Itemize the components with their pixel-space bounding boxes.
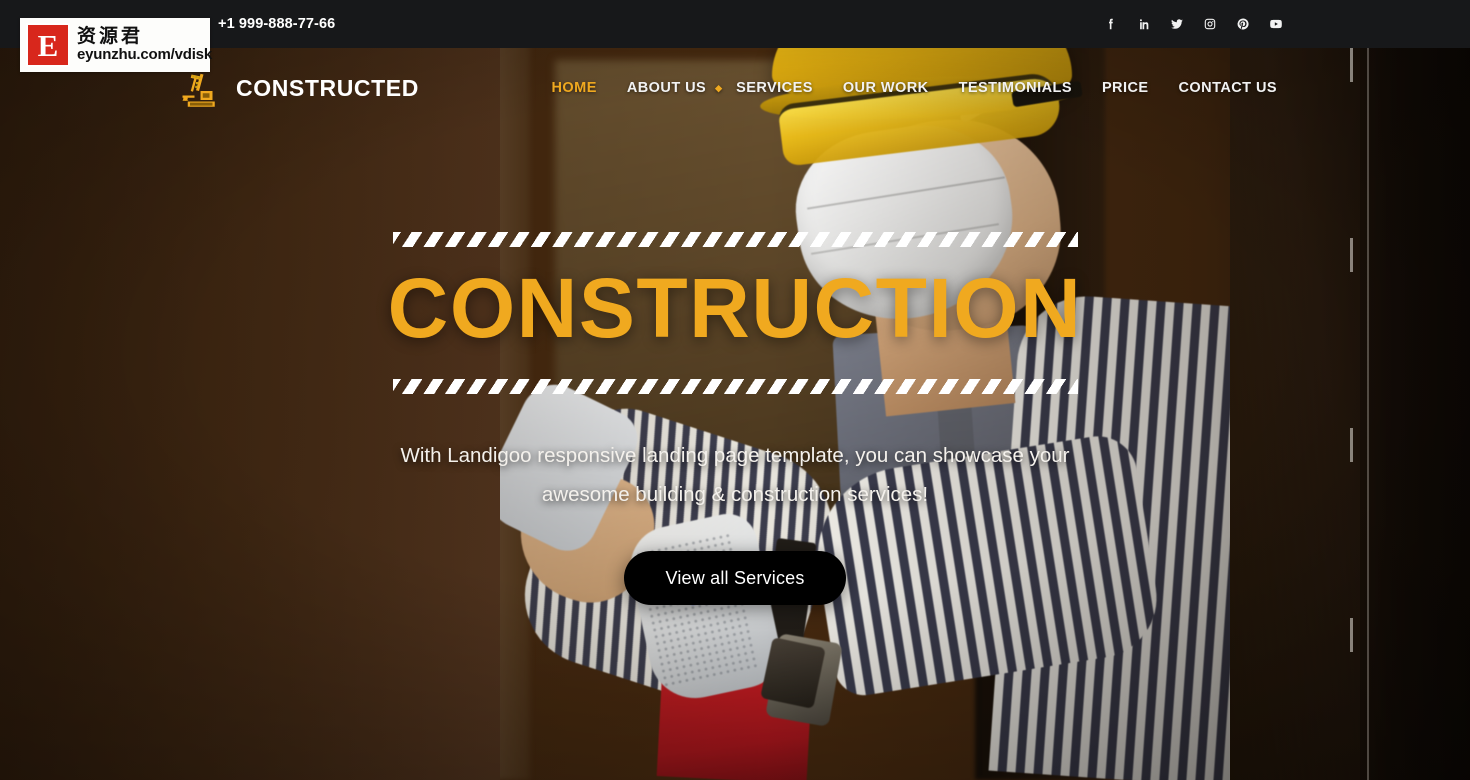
- social-links: [1094, 9, 1292, 39]
- scrollbar-track[interactable]: [1367, 48, 1369, 780]
- facebook-icon[interactable]: [1094, 9, 1127, 39]
- main-header: CONSTRUCTED HOME ABOUT US ◆ SERVICES OUR…: [0, 48, 1470, 128]
- hero-stripe-bar-bottom: [392, 379, 1078, 394]
- nav-label: CONTACT US: [1178, 80, 1277, 96]
- phone-number[interactable]: +1 999-888-77-66: [218, 16, 335, 32]
- nav-item-testimonials[interactable]: TESTIMONIALS: [944, 72, 1087, 104]
- hero-section: CONSTRUCTION With Landigoo responsive la…: [0, 128, 1470, 780]
- hero-title: CONSTRUCTION: [387, 261, 1083, 355]
- nav-label: TESTIMONIALS: [958, 80, 1072, 96]
- page-edge-ticks: [1350, 48, 1353, 780]
- landing-page: +1 999-888-77-66 CONSTRUCTED HOME ABOUT …: [0, 0, 1470, 780]
- watermark-overlay: E 资源君 eyunzhu.com/vdisk: [20, 18, 212, 72]
- main-navigation: HOME ABOUT US ◆ SERVICES OUR WORK TESTIM…: [537, 72, 1292, 104]
- nav-item-contact-us[interactable]: CONTACT US: [1164, 72, 1292, 104]
- chevron-down-icon: ◆: [715, 83, 723, 93]
- watermark-url: eyunzhu.com/vdisk: [77, 46, 212, 63]
- nav-item-price[interactable]: PRICE: [1087, 72, 1164, 104]
- brand-logo[interactable]: CONSTRUCTED: [178, 65, 419, 111]
- pinterest-icon[interactable]: [1226, 9, 1259, 39]
- nav-label: ABOUT US: [626, 80, 707, 96]
- watermark-letter: E: [37, 27, 59, 63]
- watermark-text: 资源君 eyunzhu.com/vdisk: [77, 26, 212, 63]
- nav-item-home[interactable]: HOME: [537, 72, 612, 104]
- linkedin-icon[interactable]: [1127, 9, 1160, 39]
- youtube-icon[interactable]: [1259, 9, 1292, 39]
- top-bar: +1 999-888-77-66: [0, 0, 1470, 48]
- instagram-icon[interactable]: [1193, 9, 1226, 39]
- watermark-logo-icon: E: [26, 23, 70, 67]
- brand-name: CONSTRUCTED: [236, 74, 419, 101]
- nav-item-services[interactable]: SERVICES: [721, 72, 828, 104]
- hero-subtitle: With Landigoo responsive landing page te…: [400, 444, 1070, 506]
- nav-label: OUR WORK: [842, 80, 929, 96]
- nav-item-about-us[interactable]: ABOUT US ◆: [612, 72, 723, 104]
- watermark-chinese-name: 资源君: [77, 25, 144, 48]
- nav-item-our-work[interactable]: OUR WORK: [828, 72, 944, 104]
- view-all-services-button[interactable]: View all Services: [624, 551, 846, 606]
- nav-label: SERVICES: [736, 80, 813, 96]
- nav-label: HOME: [551, 80, 597, 96]
- hero-stripe-bar-top: [392, 232, 1078, 247]
- twitter-icon[interactable]: [1160, 9, 1193, 39]
- nav-label: PRICE: [1101, 80, 1149, 96]
